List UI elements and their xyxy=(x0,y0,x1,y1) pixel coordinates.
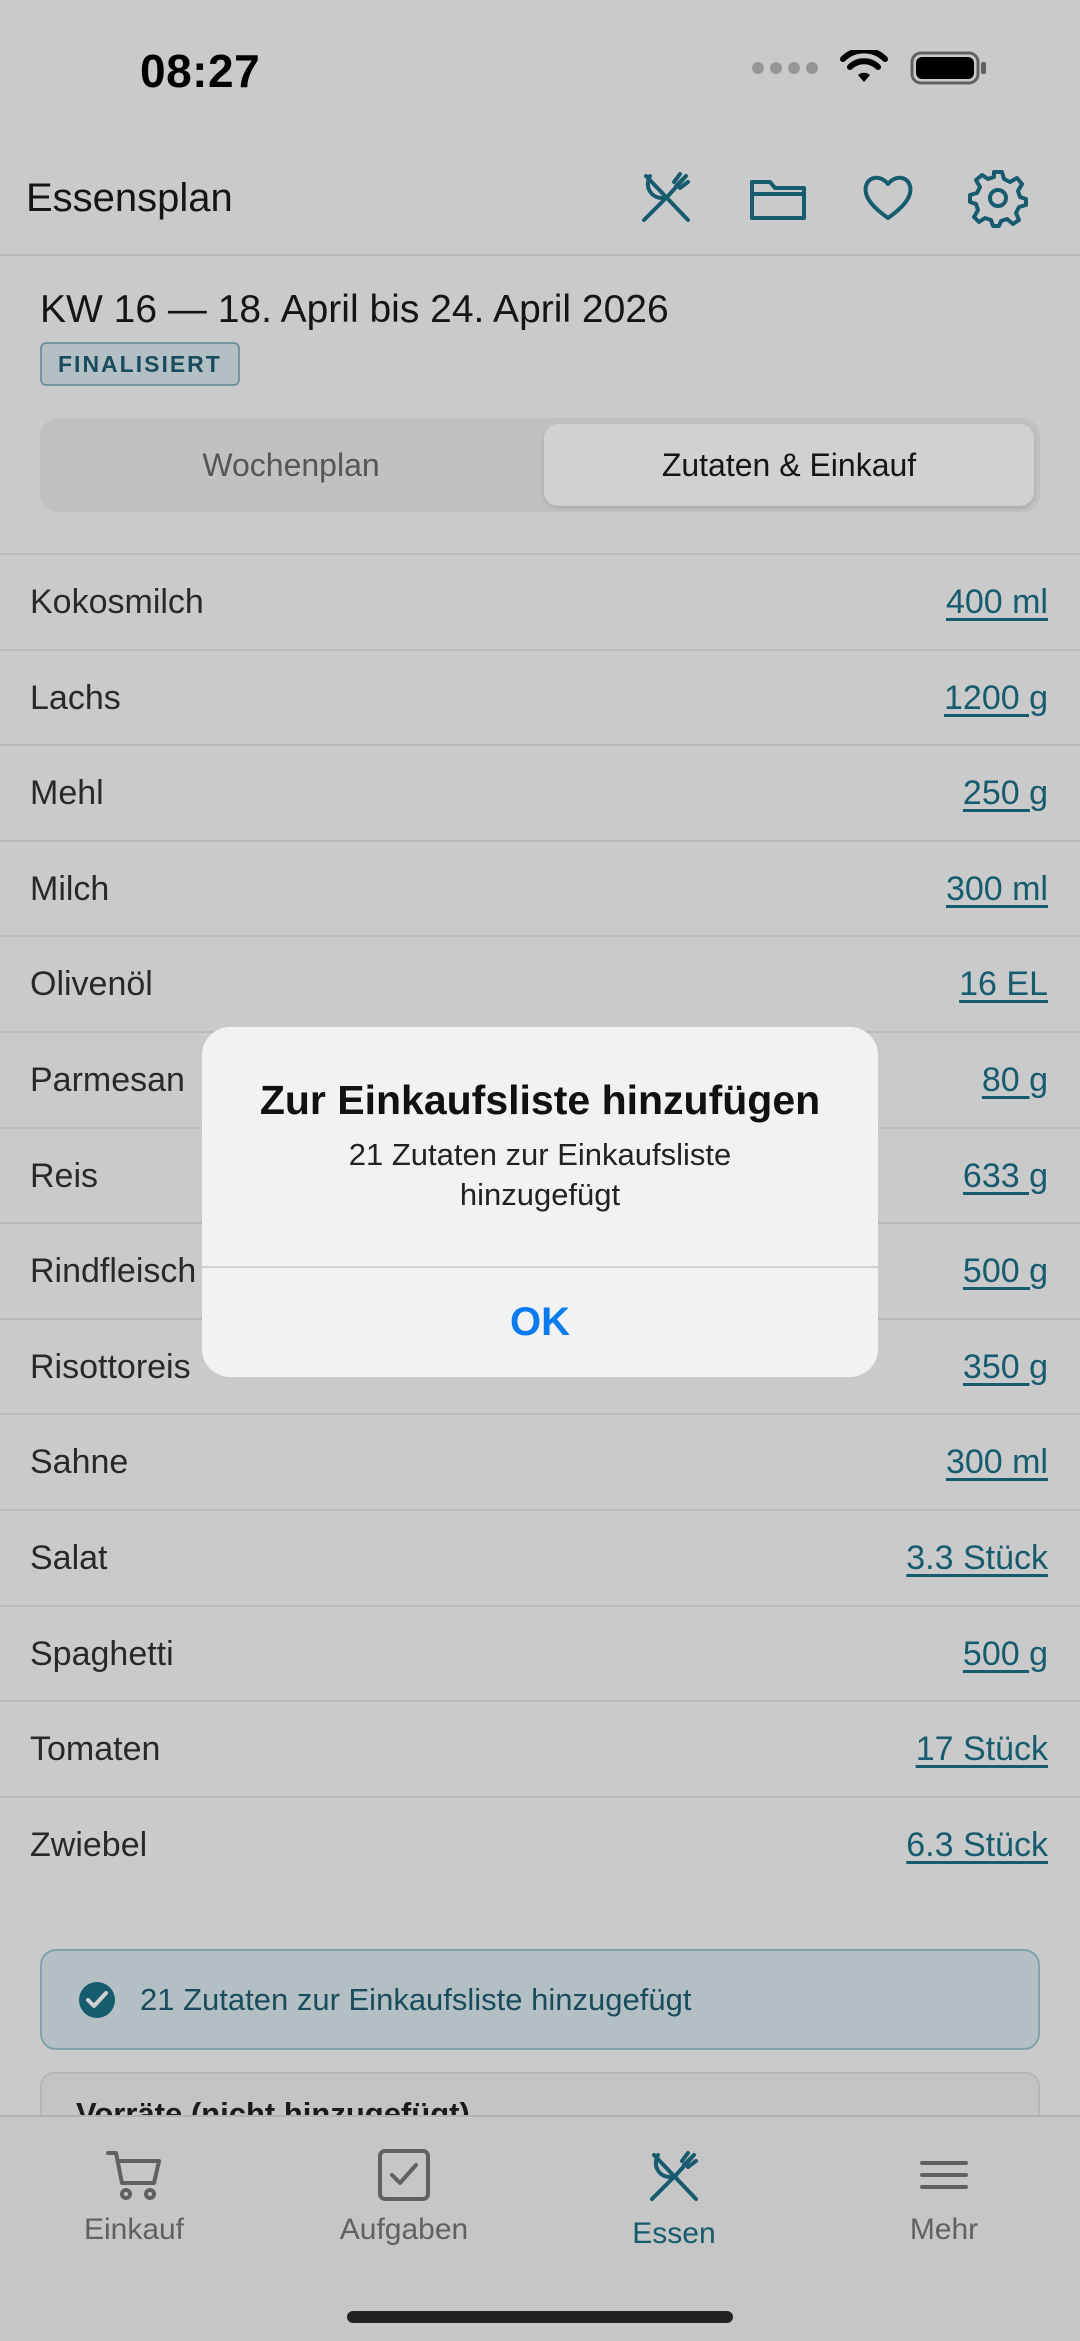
alert-dialog: Zur Einkaufsliste hinzufügen 21 Zutaten … xyxy=(202,1027,878,1377)
alert-title: Zur Einkaufsliste hinzufügen xyxy=(259,1077,821,1123)
alert-message: 21 Zutaten zur Einkaufsliste hinzugefügt xyxy=(348,1137,732,1212)
screen: 08:27 Essensplan KW 16 — 18. April bis 2… xyxy=(0,0,1080,2341)
ok-button[interactable]: OK xyxy=(202,1268,878,1377)
